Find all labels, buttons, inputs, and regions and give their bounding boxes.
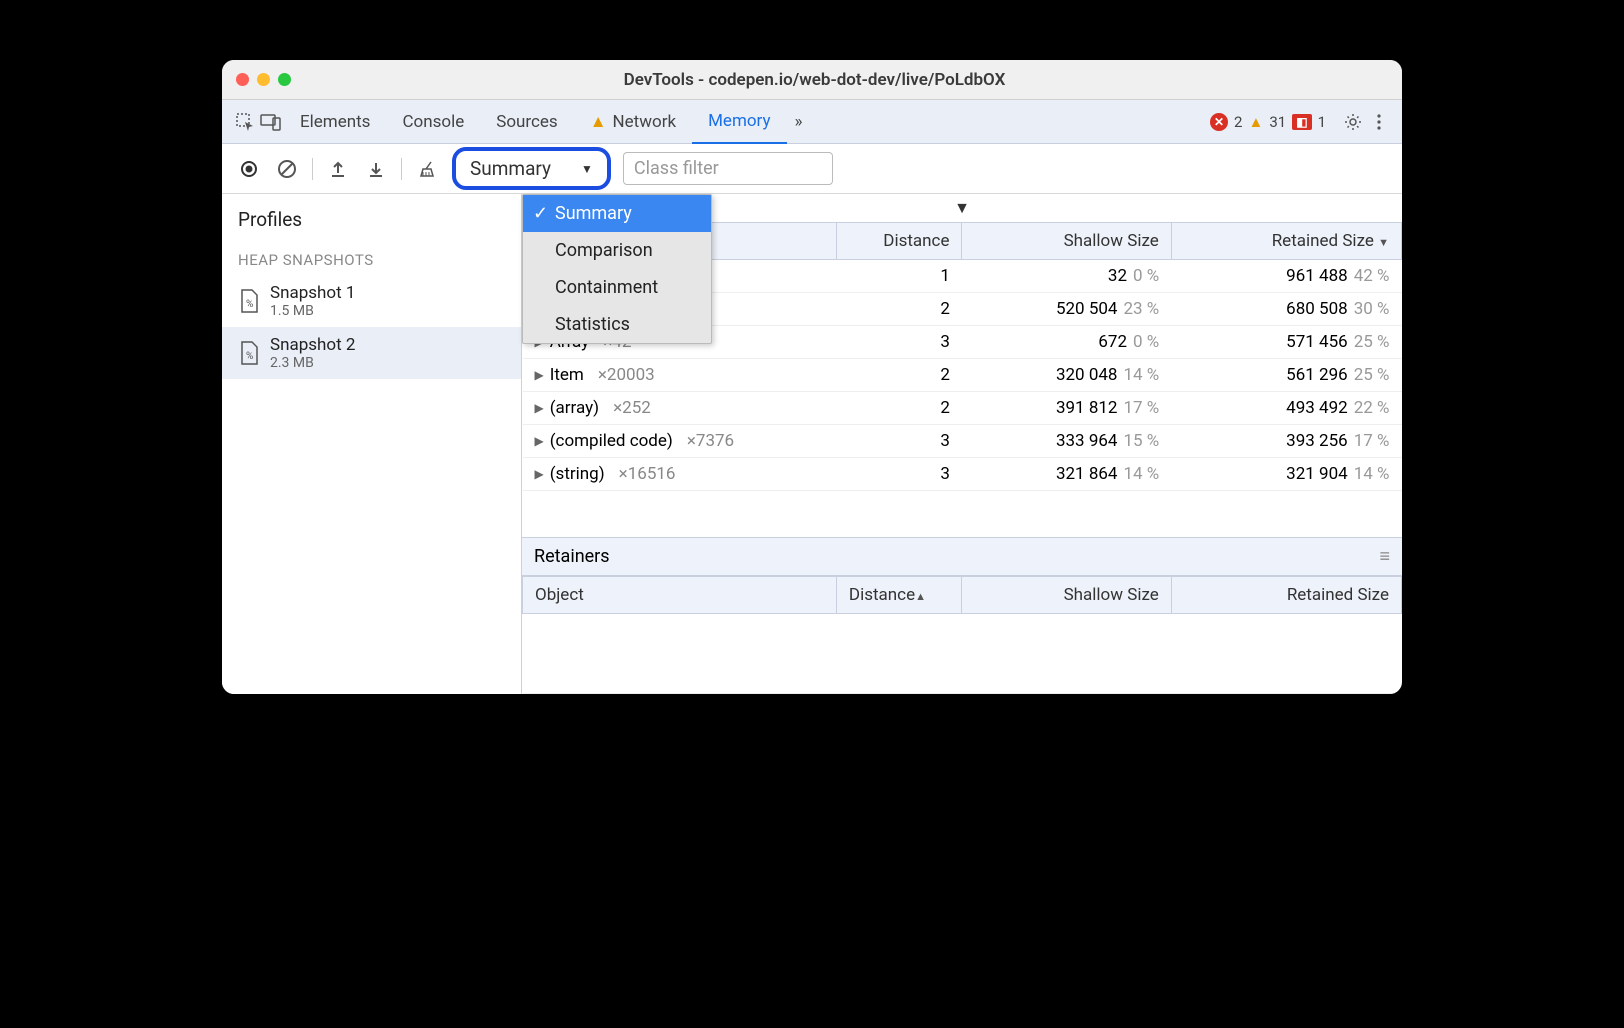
menu-item-summary[interactable]: Summary: [523, 195, 711, 232]
table-row[interactable]: ▶(compiled code)×7376 3 333 96415 % 393 …: [523, 425, 1402, 458]
svg-text:%: %: [246, 299, 253, 310]
sidebar-title: Profiles: [222, 208, 521, 245]
table-row[interactable]: ▶Item×20003 2 320 04814 % 561 29625 %: [523, 359, 1402, 392]
chevron-down-icon: ▼: [581, 162, 593, 176]
tab-network[interactable]: ▲ Network: [574, 100, 692, 144]
panel-tabs: Elements Console Sources ▲ Network Memor…: [222, 100, 1402, 144]
expand-icon[interactable]: ▶: [535, 401, 544, 415]
sort-asc-icon: ▲: [915, 590, 926, 603]
tabs-overflow[interactable]: »: [787, 100, 811, 144]
snapshot-file-icon: %: [238, 340, 260, 366]
inspect-element-icon[interactable]: [232, 109, 258, 135]
view-dropdown-menu: Summary Comparison Containment Statistic…: [522, 194, 712, 344]
snapshot-file-icon: %: [238, 288, 260, 314]
col-shallow[interactable]: Shallow Size: [962, 223, 1171, 260]
more-menu-icon[interactable]: [1366, 109, 1392, 135]
retainers-menu-icon[interactable]: ≡: [1379, 546, 1390, 567]
settings-gear-icon[interactable]: [1340, 109, 1366, 135]
class-filter-input[interactable]: [623, 152, 833, 185]
main-panel: Summary Comparison Containment Statistic…: [522, 194, 1402, 694]
warning-icon: ▲: [1248, 113, 1263, 131]
table-row[interactable]: ▶(string)×16516 3 321 86414 % 321 90414 …: [523, 458, 1402, 491]
menu-item-statistics[interactable]: Statistics: [523, 306, 711, 343]
record-button[interactable]: [236, 156, 262, 182]
status-badges[interactable]: ✕2 ▲31 ◧1: [1210, 113, 1326, 131]
sidebar-section-label: HEAP SNAPSHOTS: [222, 245, 521, 275]
menu-item-comparison[interactable]: Comparison: [523, 232, 711, 269]
window-controls: [236, 73, 291, 86]
maximize-window-button[interactable]: [278, 73, 291, 86]
snapshot-item[interactable]: % Snapshot 2 2.3 MB: [222, 327, 521, 379]
issue-icon: ◧: [1292, 114, 1311, 130]
col-distance[interactable]: Distance: [836, 223, 962, 260]
retainers-header: Retainers ≡: [522, 537, 1402, 576]
tab-memory[interactable]: Memory: [692, 100, 786, 144]
expand-icon[interactable]: ▶: [535, 368, 544, 382]
titlebar: DevTools - codepen.io/web-dot-dev/live/P…: [222, 60, 1402, 100]
devtools-window: DevTools - codepen.io/web-dot-dev/live/P…: [222, 60, 1402, 694]
warning-triangle-icon: ▲: [590, 112, 607, 132]
sort-desc-icon: ▼: [1378, 236, 1389, 249]
view-dropdown[interactable]: Summary ▼: [452, 147, 611, 190]
expand-icon[interactable]: ▶: [535, 434, 544, 448]
profiles-sidebar: Profiles HEAP SNAPSHOTS % Snapshot 1 1.5…: [222, 194, 522, 694]
device-toolbar-icon[interactable]: [258, 109, 284, 135]
menu-item-containment[interactable]: Containment: [523, 269, 711, 306]
ret-col-shallow[interactable]: Shallow Size: [962, 577, 1171, 614]
tab-console[interactable]: Console: [386, 100, 480, 144]
col-retained[interactable]: Retained Size ▼: [1171, 223, 1401, 260]
download-icon[interactable]: [363, 156, 389, 182]
gc-broom-icon[interactable]: [414, 156, 440, 182]
ret-col-distance[interactable]: Distance▲: [836, 577, 962, 614]
ret-col-object[interactable]: Object: [523, 577, 837, 614]
expand-icon[interactable]: ▶: [535, 467, 544, 481]
memory-toolbar: Summary ▼: [222, 144, 1402, 194]
clear-button[interactable]: [274, 156, 300, 182]
error-icon: ✕: [1210, 113, 1228, 131]
close-window-button[interactable]: [236, 73, 249, 86]
minimize-window-button[interactable]: [257, 73, 270, 86]
upload-icon[interactable]: [325, 156, 351, 182]
window-title: DevTools - codepen.io/web-dot-dev/live/P…: [291, 70, 1338, 90]
ret-col-retained[interactable]: Retained Size: [1171, 577, 1401, 614]
table-row[interactable]: ▶(array)×252 2 391 81217 % 493 49222 %: [523, 392, 1402, 425]
tab-elements[interactable]: Elements: [284, 100, 386, 144]
tab-sources[interactable]: Sources: [480, 100, 573, 144]
snapshot-item[interactable]: % Snapshot 1 1.5 MB: [222, 275, 521, 327]
svg-text:%: %: [246, 351, 253, 362]
retainers-table: Object Distance▲ Shallow Size Retained S…: [522, 576, 1402, 694]
